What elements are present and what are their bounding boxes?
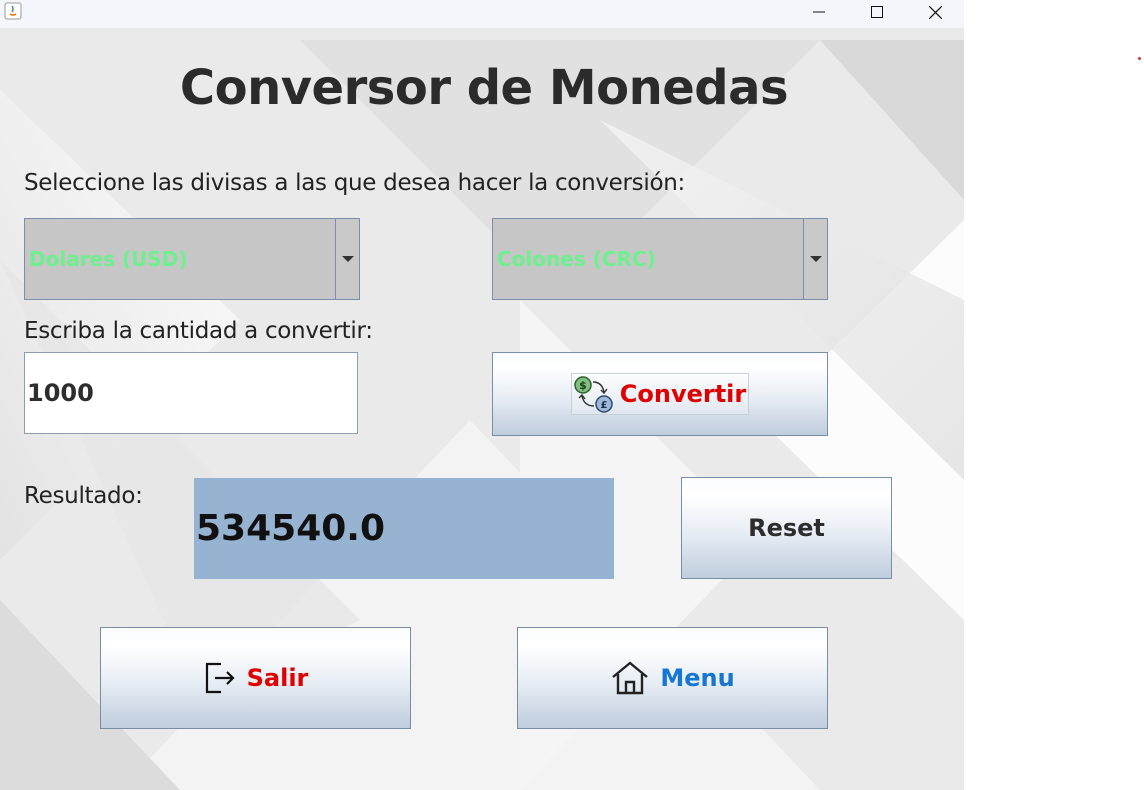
- result-value: 534540.0: [194, 478, 614, 579]
- close-icon: [928, 5, 942, 19]
- chevron-down-icon[interactable]: [335, 219, 359, 299]
- home-icon: [612, 661, 649, 695]
- minimize-button[interactable]: [790, 0, 848, 24]
- select-currencies-label: Seleccione las divisas a las que desea h…: [24, 170, 685, 196]
- exit-icon: [205, 662, 235, 694]
- minimize-icon: [813, 11, 825, 13]
- exit-button[interactable]: Salir: [100, 627, 411, 729]
- menu-button[interactable]: Menu: [517, 627, 828, 729]
- reset-label: Reset: [748, 514, 825, 542]
- currency-exchange-icon: $ £: [574, 376, 613, 413]
- cursor-dot: [1138, 57, 1141, 60]
- result-label: Resultado:: [24, 483, 143, 509]
- menu-label: Menu: [660, 664, 735, 692]
- maximize-icon: [871, 6, 883, 18]
- to-currency-value: Colones (CRC): [497, 247, 656, 271]
- svg-text:$: $: [579, 379, 587, 392]
- app-window: Conversor de Monedas Seleccione las divi…: [0, 0, 964, 790]
- exit-label: Salir: [246, 664, 309, 692]
- from-currency-value: Dolares (USD): [29, 247, 188, 271]
- maximize-button[interactable]: [848, 0, 906, 24]
- title-bar: [0, 0, 964, 28]
- chevron-down-icon[interactable]: [803, 219, 827, 299]
- to-currency-select[interactable]: Colones (CRC): [492, 218, 828, 300]
- svg-text:£: £: [600, 400, 607, 411]
- amount-label: Escriba la cantidad a convertir:: [24, 318, 373, 344]
- page-title: Conversor de Monedas: [179, 60, 789, 116]
- convert-button[interactable]: $ £ Convertir: [492, 352, 828, 436]
- from-currency-select[interactable]: Dolares (USD): [24, 218, 360, 300]
- convert-label: Convertir: [619, 380, 747, 408]
- amount-input[interactable]: [24, 352, 358, 434]
- close-button[interactable]: [906, 0, 964, 24]
- java-icon: [4, 2, 22, 20]
- reset-button[interactable]: Reset: [681, 477, 892, 579]
